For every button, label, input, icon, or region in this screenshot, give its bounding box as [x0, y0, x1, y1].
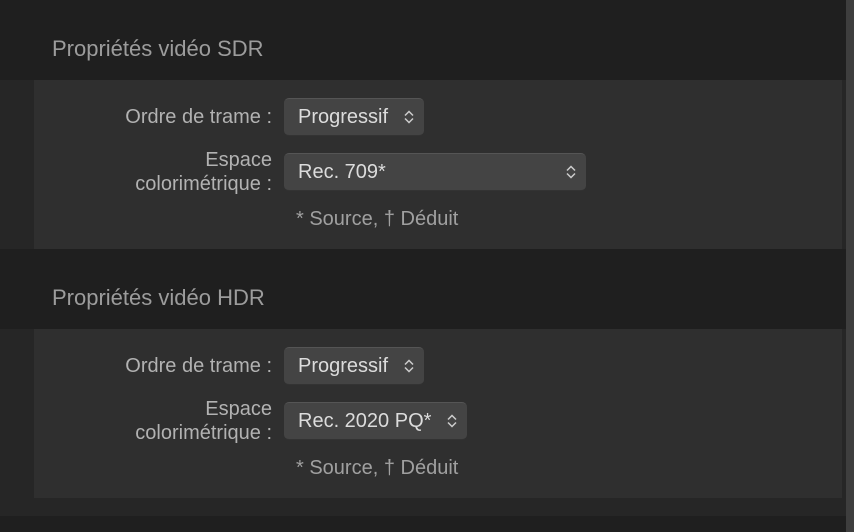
sdr-colorspace-row: Espace colorimétrique : Rec. 709*: [34, 148, 802, 196]
sdr-field-order-row: Ordre de trame : Progressif: [34, 98, 802, 136]
video-properties-panel: Propriétés vidéo SDR Ordre de trame : Pr…: [0, 0, 854, 516]
hdr-section: Propriétés vidéo HDR Ordre de trame : Pr…: [0, 249, 854, 498]
hdr-field-order-select-wrap[interactable]: Progressif: [284, 347, 424, 385]
sdr-colorspace-select[interactable]: Rec. 709*: [284, 153, 586, 191]
sdr-field-order-label: Ordre de trame :: [34, 105, 284, 129]
hdr-field-order-select[interactable]: Progressif: [284, 347, 424, 385]
sdr-field-order-select-wrap[interactable]: Progressif: [284, 98, 424, 136]
sdr-colorspace-label-line2: colorimétrique :: [135, 173, 272, 195]
right-edge-divider: [846, 0, 854, 532]
hdr-colorspace-select-wrap[interactable]: Rec. 2020 PQ*: [284, 402, 467, 440]
sdr-section-title: Propriétés vidéo SDR: [0, 0, 854, 80]
hdr-colorspace-row: Espace colorimétrique : Rec. 2020 PQ*: [34, 397, 802, 445]
hdr-colorspace-select[interactable]: Rec. 2020 PQ*: [284, 402, 467, 440]
hdr-footnote: * Source, † Déduit: [296, 457, 802, 480]
sdr-colorspace-select-wrap[interactable]: Rec. 709*: [284, 153, 586, 191]
sdr-section: Propriétés vidéo SDR Ordre de trame : Pr…: [0, 0, 854, 249]
hdr-section-body: Ordre de trame : Progressif Espace color…: [34, 329, 842, 498]
sdr-section-body: Ordre de trame : Progressif Espace color…: [34, 80, 842, 249]
sdr-field-order-select[interactable]: Progressif: [284, 98, 424, 136]
hdr-field-order-label: Ordre de trame :: [34, 354, 284, 378]
sdr-footnote: * Source, † Déduit: [296, 208, 802, 231]
sdr-colorspace-label: Espace colorimétrique :: [34, 148, 284, 196]
sdr-colorspace-label-line1: Espace: [205, 149, 272, 171]
hdr-colorspace-label-line2: colorimétrique :: [135, 422, 272, 444]
hdr-field-order-row: Ordre de trame : Progressif: [34, 347, 802, 385]
hdr-colorspace-label-line1: Espace: [205, 398, 272, 420]
hdr-colorspace-label: Espace colorimétrique :: [34, 397, 284, 445]
hdr-section-title: Propriétés vidéo HDR: [0, 249, 854, 329]
